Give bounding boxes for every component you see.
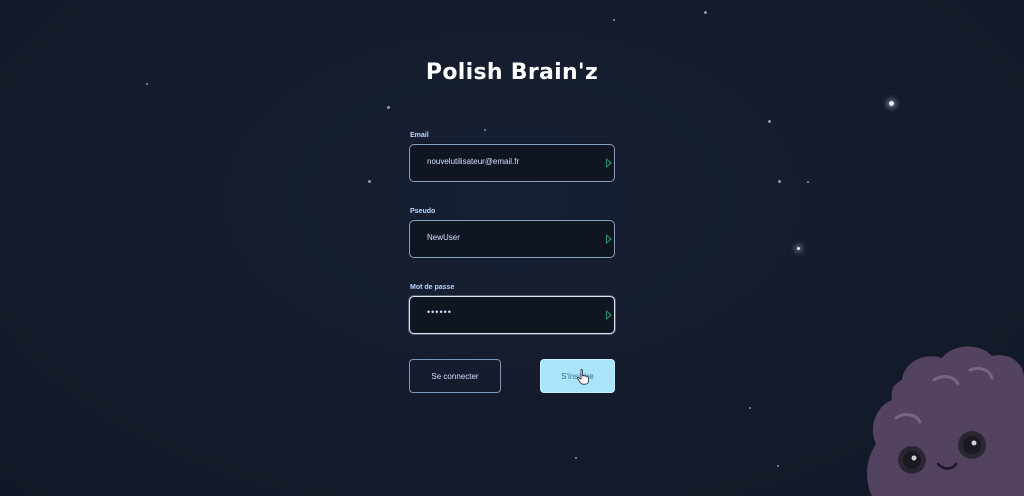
star [797,247,800,250]
star [575,457,577,459]
star [387,106,390,109]
pseudo-value: NewUser [427,233,460,242]
password-label: Mot de passe [410,284,455,291]
star [807,181,809,183]
brain-mascot [867,346,1024,496]
app-title: Polish Brain'z [425,60,599,85]
hand-pointer-icon [577,369,589,385]
star [368,180,371,183]
email-value: nouvelutilisateur@email.fr [427,157,520,166]
star [778,180,781,183]
login-button[interactable]: Se connecter [409,359,501,393]
pseudo-field[interactable]: NewUser [409,220,615,258]
pseudo-label: Pseudo [410,208,436,215]
star [704,11,707,14]
star [777,465,779,467]
play-arrow-icon [606,234,612,244]
play-arrow-icon [606,310,612,320]
password-value: •••••• [427,307,452,317]
password-field[interactable]: •••••• [409,296,615,334]
star [613,19,615,21]
star [749,407,751,409]
star [484,129,486,131]
email-label: Email [410,132,429,139]
login-screen: Polish Brain'z Email nouvelutilisateur@e… [0,0,1024,496]
star [768,120,771,123]
play-arrow-icon [606,158,612,168]
star [889,101,894,106]
email-field[interactable]: nouvelutilisateur@email.fr [409,144,615,182]
